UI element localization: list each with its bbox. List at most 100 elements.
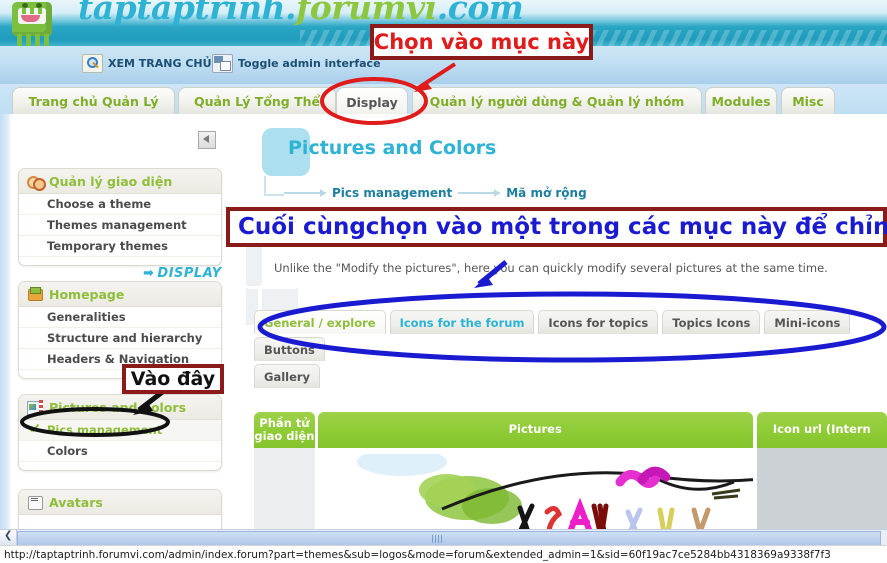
sidebar-item-temporary-themes[interactable]: Temporary themes — [19, 236, 221, 257]
left-rail — [0, 114, 12, 529]
pictures-icon — [27, 400, 43, 415]
inner-tab-mini-icons[interactable]: Mini-icons — [764, 310, 851, 334]
sidebar-item-label: Themes management — [47, 218, 187, 232]
sidebar-item-pics-management[interactable]: Pics management — [19, 420, 221, 441]
display-section-link[interactable]: ➡ DISPLAY — [143, 266, 222, 281]
breadcrumb-item-ma-mo-rong: Mã mở rộng — [506, 186, 587, 200]
cell-element-name — [254, 448, 315, 532]
panel-header: Pictures and Colors — [19, 395, 221, 420]
breadcrumb-connector — [264, 176, 284, 196]
page-body: ➡ DISPLAY Quản lý giao diện Choose a them… — [0, 114, 887, 532]
breadcrumb: Pics management Mã mở rộng — [284, 186, 587, 200]
arrow-right-icon: ➡ — [143, 266, 155, 281]
cell-picture-preview — [317, 448, 753, 532]
sidebar-item-generalities[interactable]: Generalities — [19, 307, 221, 328]
panel-header: Avatars — [19, 490, 221, 515]
panel-title: Quản lý giao diện — [49, 173, 173, 189]
tab-label: Trang chủ Quản Lý — [28, 93, 159, 109]
inner-tab-icons-for-topics[interactable]: Icons for topics — [538, 310, 659, 334]
page-description: Unlike the "Modify the pictures", here y… — [274, 261, 828, 275]
inner-tab-buttons[interactable]: Buttons — [254, 337, 325, 361]
column-header-icon-url: Icon url (Intern — [756, 412, 887, 448]
inner-tab-label: Mini-icons — [774, 315, 841, 330]
display-section-label: DISPLAY — [157, 266, 222, 281]
avatar-icon — [27, 495, 43, 510]
breadcrumb-arrow-icon — [458, 189, 501, 197]
sidebar-item-themes-management[interactable]: Themes management — [19, 215, 221, 236]
site-title-part-1: taptaptrinh. — [78, 0, 297, 27]
panel-avatars: Avatars — [18, 489, 222, 531]
panel-quan-ly-giao-dien: Quản lý giao diện Choose a theme Themes … — [18, 168, 222, 266]
toggle-admin-interface-button[interactable]: Toggle admin interface — [212, 54, 381, 73]
breadcrumb-arrow-icon — [284, 189, 326, 197]
inner-tab-label: General / explore — [264, 315, 376, 330]
tab-quan-ly-tong-the[interactable]: Quản Lý Tổng Thể — [178, 87, 336, 114]
inner-tab-general-explore[interactable]: General / explore — [254, 310, 386, 334]
sidebar-item-label: Choose a theme — [47, 197, 152, 211]
browser-screen: taptaptrinh.forumvi.com XEM TRANG CHỦ To… — [0, 0, 887, 563]
tab-trang-chu-quan-ly[interactable]: Trang chủ Quản Lý — [12, 87, 175, 114]
inner-tab-topics-icons[interactable]: Topics Icons — [662, 310, 761, 334]
inner-tab-bar: General / explore Icons for the forum Ic… — [254, 310, 874, 391]
table-row — [254, 448, 887, 532]
forum-banner-image — [341, 454, 753, 532]
breadcrumb-item-pics-management[interactable]: Pics management — [332, 186, 452, 200]
panel-header: Quản lý giao diện — [19, 169, 221, 194]
sidebar-item-label: Generalities — [47, 310, 126, 324]
tab-label: Misc — [792, 93, 824, 109]
sidebar-item-label: Structure and hierarchy — [47, 331, 203, 345]
sidebar-item-label: Colors — [47, 444, 88, 458]
admin-tab-bar: Trang chủ Quản Lý Quản Lý Tổng Thể Displ… — [0, 84, 887, 116]
rings-icon — [27, 174, 46, 191]
annotation-box-cuoi-cung: Cuối cùngchọn vào một trong các mục này … — [226, 207, 887, 247]
toggle-admin-interface-label: Toggle admin interface — [238, 57, 381, 70]
sidebar-item-choose-a-theme[interactable]: Choose a theme — [19, 194, 221, 215]
view-homepage-label: XEM TRANG CHỦ — [108, 57, 212, 70]
placeholder-block — [246, 244, 262, 286]
sidebar-item-colors[interactable]: Colors — [19, 441, 221, 462]
cell-icon-url — [756, 448, 887, 532]
tab-modules[interactable]: Modules — [705, 87, 777, 114]
check-icon — [29, 425, 41, 435]
tab-label: Display — [346, 94, 398, 110]
chevron-left-icon[interactable] — [0, 530, 17, 545]
site-title-part-2: forumvi — [296, 0, 437, 27]
panel-header: Homepage — [19, 282, 221, 307]
site-title: taptaptrinh.forumvi.com — [78, 0, 524, 27]
sidebar-item-label: Temporary themes — [47, 239, 168, 253]
tab-misc[interactable]: Misc — [781, 87, 835, 114]
panel-title: Pictures and Colors — [49, 399, 187, 415]
horizontal-scrollbar[interactable] — [0, 529, 887, 546]
sidebar-item-structure-and-hierarchy[interactable]: Structure and hierarchy — [19, 328, 221, 349]
collapse-sidebar-button[interactable] — [198, 131, 216, 149]
tab-display[interactable]: Display — [336, 87, 408, 116]
column-header-pictures: Pictures — [317, 412, 753, 448]
scrollbar-grip — [431, 535, 442, 543]
magnifier-icon — [82, 54, 103, 73]
tab-label: Quản Lý Tổng Thể — [193, 93, 321, 109]
tab-label: Quản lý người dùng & Quản lý nhóm — [429, 93, 685, 109]
inner-tab-label: Buttons — [264, 342, 315, 357]
panel-title: Homepage — [49, 286, 125, 302]
page-title: Pictures and Colors — [288, 137, 497, 159]
inner-tab-label: Topics Icons — [672, 315, 751, 330]
status-bar-url: http://taptaptrinh.forumvi.com/admin/ind… — [4, 549, 831, 561]
inner-tab-label: Icons for topics — [548, 315, 649, 330]
inner-tab-label: Icons for the forum — [399, 315, 525, 330]
inner-tab-label: Gallery — [264, 369, 311, 384]
inner-tab-icons-for-the-forum[interactable]: Icons for the forum — [389, 310, 535, 334]
site-title-part-3: .com — [436, 0, 524, 27]
pictures-table: Phần tử giao diện Pictures Icon url (Int… — [254, 412, 887, 532]
main-content: Pictures and Colors Pics management Mã m… — [236, 114, 887, 532]
home-box-icon — [27, 287, 43, 301]
tab-quan-ly-nguoi-dung[interactable]: Quản lý người dùng & Quản lý nhóm — [412, 87, 702, 114]
column-header-phan-tu-giao-dien: Phần tử giao diện — [254, 412, 315, 448]
scrollbar-thumb[interactable] — [17, 531, 881, 546]
tab-label: Modules — [711, 93, 771, 109]
forum-banner-artwork — [341, 454, 753, 532]
inner-tab-gallery[interactable]: Gallery — [254, 364, 321, 388]
green-monster-logo-icon — [8, 0, 56, 46]
view-homepage-button[interactable]: XEM TRANG CHỦ — [82, 54, 212, 73]
panel-title: Avatars — [49, 494, 103, 510]
sidebar-item-label: Pics management — [47, 423, 163, 437]
